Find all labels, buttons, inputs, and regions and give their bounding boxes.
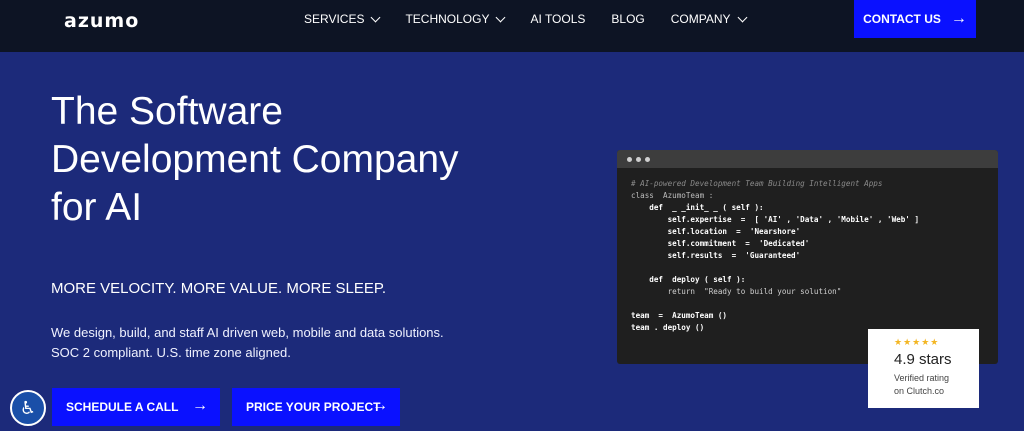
logo[interactable]: azumo <box>64 10 139 32</box>
code-snippet: # AI-powered Development Team Building I… <box>617 168 998 334</box>
desc-line: SOC 2 compliant. U.S. time zone aligned. <box>51 345 291 360</box>
title-line: for AI <box>51 186 143 229</box>
code-line: return "Ready to build your solution" <box>631 287 842 296</box>
code-line: self.expertise = [ 'AI' , 'Data' , 'Mobi… <box>631 215 920 224</box>
code-line: self.results = 'Guaranteed' <box>631 251 801 260</box>
nav-label: AI TOOLS <box>530 12 586 26</box>
nav-label: BLOG <box>611 12 645 26</box>
window-dot <box>627 156 632 162</box>
arrow-right-icon: → <box>372 397 388 414</box>
top-nav: azumo SERVICES TECHNOLOGY AI TOOLS BLOG … <box>0 0 1024 52</box>
verified-line: Verified rating <box>894 373 950 383</box>
nav-item-ai-tools[interactable]: AI TOOLS <box>530 12 585 26</box>
contact-label: CONTACT US <box>863 12 941 26</box>
chevron-down-icon <box>496 12 506 22</box>
tagline: MORE VELOCITY. MORE VALUE. MORE SLEEP. <box>51 280 387 297</box>
code-line: team = AzumoTeam () <box>631 311 728 320</box>
code-line: class AzumoTeam : <box>631 191 714 200</box>
schedule-call-button[interactable]: SCHEDULE A CALL → <box>52 388 220 426</box>
rating-source: Verified rating on Clutch.co <box>894 372 979 398</box>
code-line: self.location = 'Nearshore' <box>631 227 801 236</box>
title-line: The Software <box>51 90 283 133</box>
arrow-right-icon: → <box>950 10 967 27</box>
cta-label: PRICE YOUR PROJECT <box>246 400 381 414</box>
desc-line: We design, build, and staff AI driven we… <box>51 325 444 340</box>
rating-score: 4.9 stars <box>894 351 952 368</box>
code-line: team . deploy () <box>631 323 705 332</box>
nav-label: COMPANY <box>670 12 731 26</box>
clutch-rating-card[interactable]: ★★★★★ 4.9 stars Verified rating on Clutc… <box>868 329 979 408</box>
nav-item-blog[interactable]: BLOG <box>611 12 644 26</box>
nav-item-technology[interactable]: TECHNOLOGY <box>405 12 506 26</box>
chevron-down-icon <box>737 12 748 22</box>
nav-label: SERVICES <box>304 12 365 26</box>
price-project-button[interactable]: PRICE YOUR PROJECT → <box>232 388 400 426</box>
arrow-right-icon: → <box>192 397 208 414</box>
nav-item-services[interactable]: SERVICES <box>304 12 381 26</box>
code-line: def deploy ( self ): <box>631 275 746 284</box>
window-titlebar <box>617 150 998 168</box>
window-dot <box>636 156 641 162</box>
chevron-down-icon <box>371 12 381 22</box>
code-line: def _ _init_ _ ( self ): <box>631 203 764 212</box>
verified-line: on Clutch.co <box>894 386 945 396</box>
window-dot <box>645 156 650 162</box>
page-title: The Software Development Company for AI <box>51 88 571 232</box>
title-line: Development Company <box>51 138 459 181</box>
nav-menu: SERVICES TECHNOLOGY AI TOOLS BLOG COMPAN… <box>304 12 772 26</box>
contact-us-button[interactable]: CONTACT US → <box>854 0 976 38</box>
hero-description: We design, build, and staff AI driven we… <box>51 323 471 363</box>
nav-item-company[interactable]: COMPANY <box>670 12 748 26</box>
star-rating-icon: ★★★★★ <box>894 337 940 347</box>
code-comment: # AI-powered Development Team Building I… <box>631 179 883 188</box>
code-line: self.commitment = 'Dedicated' <box>631 239 810 248</box>
accessibility-icon[interactable]: ♿ <box>10 390 46 426</box>
cta-label: SCHEDULE A CALL <box>66 400 179 414</box>
nav-label: TECHNOLOGY <box>405 12 490 26</box>
